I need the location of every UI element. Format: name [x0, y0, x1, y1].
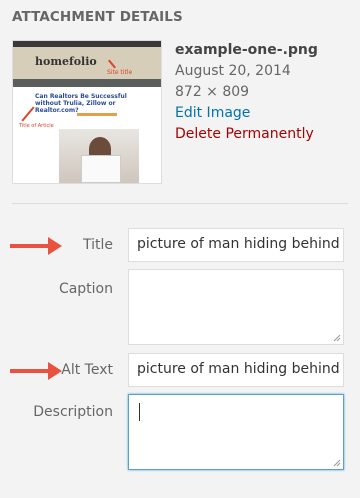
text-cursor [139, 403, 140, 421]
thumb-article-title: Can Realtors Be Successful without Truli… [35, 93, 127, 114]
thumb-logo: homefolio [35, 55, 97, 68]
alt-text-label: Alt Text [61, 362, 113, 378]
resize-handle-icon[interactable] [333, 459, 341, 467]
thumb-arrow-2 [21, 106, 35, 122]
thumb-photo [59, 129, 139, 183]
upload-date: August 20, 2014 [175, 63, 291, 79]
title-field[interactable]: picture of man hiding behind [128, 228, 344, 262]
caption-field[interactable] [128, 269, 344, 345]
thumb-article-note: Title of Article [19, 123, 54, 129]
divider [12, 203, 348, 204]
thumb-meta [77, 113, 117, 116]
caption-label: Caption [58, 281, 113, 297]
delete-permanently-link[interactable]: Delete Permanently [175, 124, 355, 145]
title-label: Title [82, 237, 113, 253]
file-name: example-one-.png [175, 42, 318, 58]
image-dimensions: 872 × 809 [175, 84, 250, 100]
edit-image-link[interactable]: Edit Image [175, 103, 355, 124]
attachment-meta: example-one-.png August 20, 2014 872 × 8… [175, 40, 355, 145]
alt-text-field[interactable]: picture of man hiding behind [128, 353, 344, 387]
description-field[interactable] [128, 394, 344, 470]
resize-handle-icon[interactable] [333, 334, 341, 342]
description-label: Description [33, 404, 113, 420]
attachment-thumbnail[interactable]: homefolio Site title Can Realtors Be Suc… [12, 40, 162, 184]
attachment-details-heading: ATTACHMENT DETAILS [12, 9, 183, 25]
thumb-nav [13, 79, 161, 87]
thumb-laptop [81, 155, 121, 183]
thumb-logo-note: Site title [107, 69, 133, 76]
